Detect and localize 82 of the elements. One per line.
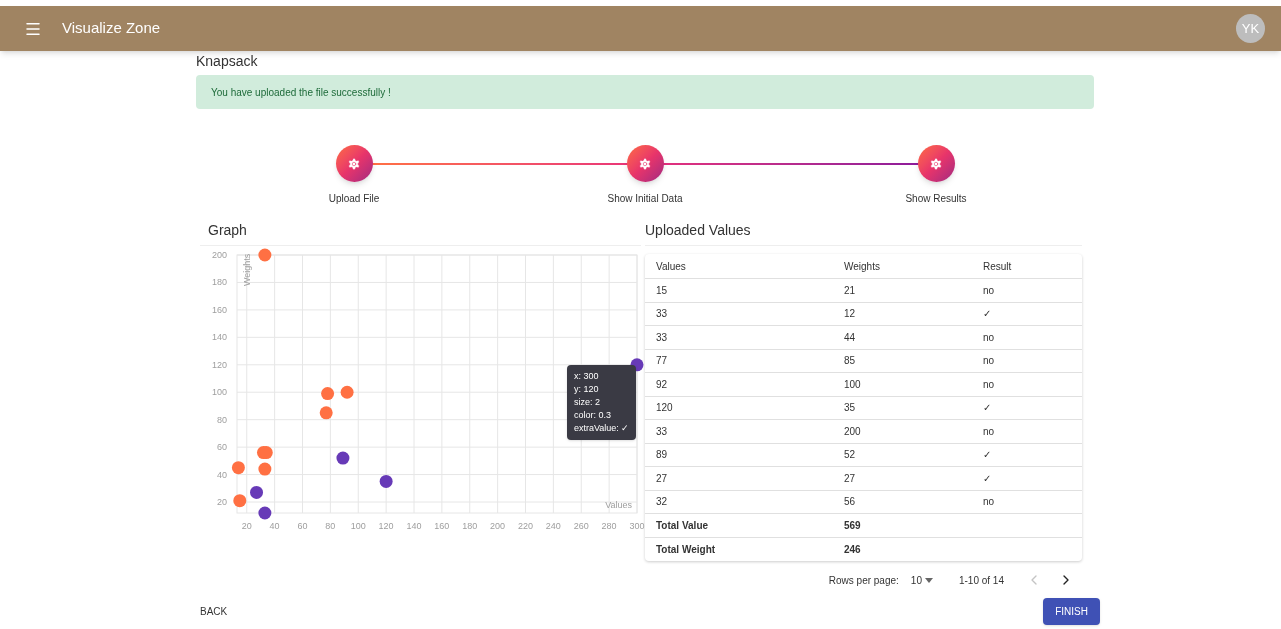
step-icon (335, 145, 373, 182)
table-cell-text: no (983, 424, 996, 439)
table-cell-text: no (983, 495, 996, 510)
page-range: 1-10 of 14 (958, 573, 1004, 588)
y-axis-label: Weights (242, 253, 252, 286)
table-cell-text: 33 (655, 307, 669, 322)
step-icon (917, 145, 955, 182)
y-tick-label: 160 (211, 304, 227, 315)
x-tick-label: 200 (490, 521, 506, 531)
total-label: Total Value (655, 518, 710, 533)
table-cell-text: 33 (655, 424, 669, 439)
step-icon (626, 145, 664, 182)
x-axis-label: Values (605, 500, 632, 510)
x-tick-label: 240 (545, 521, 561, 531)
table-cell-text: 27 (844, 471, 857, 486)
app-title: Visualize Zone (62, 18, 161, 39)
finish-button[interactable]: FINISH (1043, 598, 1100, 625)
table-cell-text: 52 (844, 448, 857, 463)
x-tick-label: 180 (462, 521, 478, 531)
rows-per-page-select[interactable]: 10 (910, 572, 933, 588)
total-label: Total Weight (655, 542, 717, 557)
table-cell-text: 32 (655, 495, 669, 510)
x-tick-label: 80 (325, 521, 336, 531)
tooltip: x: 300 y: 120 size: 2 color: 0.3 extraValue: ✓ (567, 365, 637, 440)
table-cell-text: ✓ (983, 401, 992, 416)
back-button[interactable]: BACK (196, 598, 232, 625)
table-cell-text: 21 (844, 283, 857, 298)
table-cell-text: 89 (655, 448, 669, 463)
y-tick-label: 200 (211, 250, 227, 260)
x-tick-label: 140 (406, 521, 422, 531)
x-tick-label: 160 (434, 521, 450, 531)
table-cell-text: 44 (844, 330, 857, 345)
x-tick-label: 300 (629, 521, 645, 531)
y-tick-label: 100 (211, 387, 227, 398)
column-header: Result (983, 259, 1013, 274)
column-header: Weights (844, 259, 881, 274)
table-cell-text: ✓ (983, 307, 992, 322)
rows-per-page-label: Rows per page: (828, 573, 899, 588)
x-tick-label: 220 (518, 521, 533, 531)
x-tick-label: 60 (297, 521, 308, 531)
step-label: Upload File (328, 192, 380, 206)
y-tick-label: 120 (211, 359, 227, 370)
x-tick-label: 20 (241, 521, 252, 531)
table-cell-text: ✓ (983, 471, 992, 486)
table-cell-text: 92 (655, 377, 669, 392)
table-cell-text: 200 (844, 424, 862, 439)
total-value: 246 (844, 542, 862, 557)
table-cell-text: 85 (844, 354, 857, 369)
table-cell-text: 120 (655, 401, 674, 416)
step-label: Show Initial Data (607, 192, 683, 206)
x-tick-label: 280 (601, 521, 617, 531)
x-tick-label: 40 (269, 521, 280, 531)
table-cell-text: 35 (844, 401, 857, 416)
table-cell-text: 56 (844, 495, 857, 510)
step-label: Show Results (905, 192, 967, 206)
y-tick-label: 40 (217, 469, 227, 480)
y-tick-label: 140 (211, 332, 227, 343)
x-tick-label: 100 (350, 521, 366, 531)
table-cell-text: 27 (655, 471, 669, 486)
table-cell-text: 77 (655, 354, 669, 369)
table-cell-text: 33 (655, 330, 669, 345)
x-tick-label: 120 (378, 521, 394, 531)
caret-icon (924, 577, 933, 583)
y-tick-label: 60 (217, 442, 227, 453)
total-value: 569 (844, 518, 862, 533)
y-tick-label: 80 (217, 414, 227, 425)
table-cell-text: 15 (655, 283, 669, 298)
table-cell-text: no (983, 377, 996, 392)
table-cell-text: 12 (844, 307, 857, 322)
x-tick-label: 260 (573, 521, 589, 531)
table-cell-text: ✓ (983, 448, 992, 463)
table-cell-text: 100 (844, 377, 862, 392)
graph-title: Graph (208, 221, 248, 239)
page-title: Knapsack (196, 52, 259, 70)
table-cell-text: no (983, 283, 996, 298)
success-alert: You have uploaded the file successfully ! (196, 75, 1094, 109)
table-title: Uploaded Values (645, 221, 752, 239)
table-cell-text: no (983, 330, 996, 345)
column-header: Values (655, 259, 687, 274)
table-cell-text: no (983, 354, 996, 369)
y-tick-label: 20 (217, 497, 227, 507)
y-tick-label: 180 (211, 277, 227, 288)
